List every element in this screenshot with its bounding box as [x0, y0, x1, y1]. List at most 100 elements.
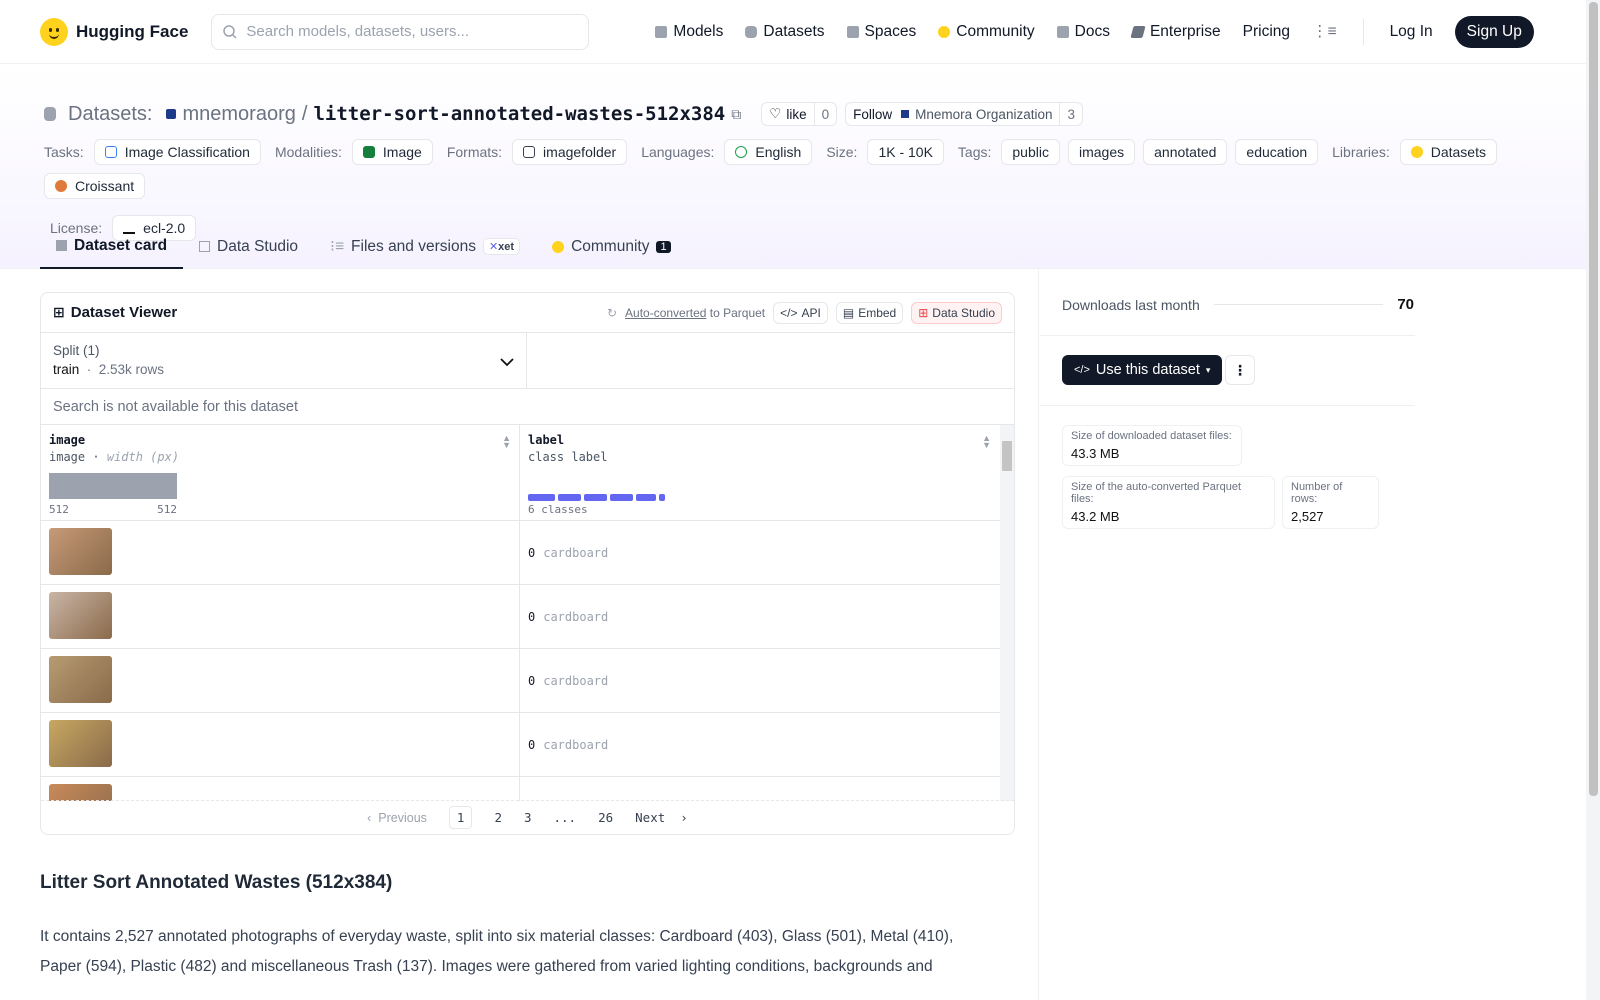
class-histogram — [528, 494, 665, 501]
follow-button[interactable]: Follow Mnemora Organization 3 — [845, 102, 1083, 126]
table-icon — [199, 241, 211, 252]
top-navbar: Hugging Face Models Datasets Spaces Comm… — [0, 0, 1586, 64]
table-icon: ⊞ — [918, 305, 929, 320]
cube-icon — [655, 25, 668, 38]
hugging-face-logo-icon — [40, 17, 68, 46]
page-2[interactable]: 2 — [494, 810, 502, 825]
brand-logo[interactable]: Hugging Face — [40, 17, 189, 46]
path-separator: / — [301, 102, 308, 125]
table-row[interactable]: 0 cardboard — [41, 585, 1014, 649]
tag-image-classification[interactable]: Image Classification — [93, 139, 261, 165]
pagination: ‹ Previous 1 2 3 ... 26 Next › — [41, 800, 1014, 834]
dataset-header: Datasets: mnemoraorg / litter-sort-annot… — [0, 64, 1586, 269]
more-options-icon[interactable]: ⋮ — [1225, 355, 1255, 385]
sort-icon[interactable]: ▲ ▼ — [502, 434, 511, 450]
cube-icon — [56, 240, 67, 251]
tag-size[interactable]: 1K - 10K — [867, 139, 944, 165]
brand-name: Hugging Face — [76, 21, 189, 41]
image-thumbnail[interactable] — [49, 784, 112, 801]
viewer-title: ⊞ Dataset Viewer — [53, 304, 178, 321]
dataset-viewer: ⊞ Dataset Viewer ↻ Auto-converted to Parq… — [40, 292, 1015, 835]
tag-images[interactable]: images — [1067, 139, 1136, 165]
like-button[interactable]: ♡ like 0 — [761, 102, 838, 126]
more-menu-icon[interactable]: ⋮≡ — [1312, 22, 1337, 41]
viewer-rows: 0 cardboard 0 cardboard 0 cardboard 0 cardbo… — [41, 521, 1014, 801]
tab-data-studio[interactable]: Data Studio — [183, 224, 314, 269]
column-header-image[interactable]: image image · width (px) 512 512 ▲ ▼ — [41, 425, 520, 520]
copy-icon[interactable]: ⧉ — [731, 106, 741, 123]
tab-community[interactable]: Community 1 — [536, 224, 687, 269]
tag-library-datasets[interactable]: Datasets — [1399, 139, 1497, 165]
like-count: 0 — [813, 103, 837, 125]
use-dataset-button[interactable]: </> Use this dataset ▾ — [1062, 355, 1223, 385]
tab-dataset-card[interactable]: Dataset card — [40, 224, 184, 269]
api-button[interactable]: </> API — [773, 301, 828, 324]
search-icon — [223, 24, 237, 39]
embed-icon: ▤ — [842, 305, 855, 320]
enterprise-icon — [1130, 25, 1146, 38]
table-row[interactable] — [41, 777, 1014, 801]
signup-button[interactable]: Sign Up — [1454, 15, 1534, 48]
autoconverted-link[interactable]: Auto-converted to Parquet — [625, 306, 765, 320]
next-page[interactable]: Next › — [635, 810, 688, 825]
search-input[interactable] — [246, 23, 567, 40]
previous-page[interactable]: ‹ Previous — [367, 811, 427, 825]
tag-image[interactable]: Image — [351, 139, 433, 165]
page-26[interactable]: 26 — [598, 810, 613, 825]
folder-icon — [523, 146, 536, 158]
table-row[interactable]: 0 cardboard — [41, 649, 1014, 713]
tag-library-croissant[interactable]: Croissant — [44, 173, 146, 199]
grid-icon — [846, 25, 859, 38]
image-thumbnail[interactable] — [49, 528, 112, 575]
database-icon — [745, 25, 758, 38]
refresh-icon: ↻ — [606, 305, 618, 320]
book-icon — [1056, 25, 1069, 38]
table-row[interactable]: 0 cardboard — [41, 521, 1014, 585]
data-studio-button[interactable]: ⊞ Data Studio — [911, 301, 1002, 324]
nav-models[interactable]: Models — [655, 23, 723, 41]
nav-divider — [1362, 18, 1364, 45]
follower-count: 3 — [1059, 103, 1082, 125]
embed-button[interactable]: ▤ Embed — [835, 301, 904, 324]
split-selector[interactable]: Split (1) train · 2.53k rows — [41, 333, 527, 388]
nav-pricing[interactable]: Pricing — [1243, 23, 1290, 41]
tag-english[interactable]: English — [724, 139, 813, 165]
viewer-search-notice: Search is not available for this dataset — [41, 389, 1014, 425]
column-header-label[interactable]: label class label 6 classes ▲ ▼ — [520, 425, 999, 520]
code-icon: </> — [1074, 364, 1090, 376]
stat-row-count: Number of rows: 2,527 — [1282, 476, 1379, 529]
table-row[interactable]: 0 cardboard — [41, 713, 1014, 777]
nav-datasets[interactable]: Datasets — [745, 23, 825, 41]
page-1[interactable]: 1 — [448, 806, 473, 829]
database-icon — [44, 107, 56, 121]
image-thumbnail[interactable] — [49, 656, 112, 703]
croissant-icon — [55, 180, 67, 192]
viewer-scrollbar[interactable] — [1000, 425, 1014, 801]
nav-community[interactable]: Community — [938, 23, 1035, 41]
image-thumbnail[interactable] — [49, 592, 112, 639]
login-link[interactable]: Log In — [1390, 23, 1433, 41]
owner-link[interactable]: mnemoraorg — [182, 103, 295, 126]
tag-public[interactable]: public — [1001, 139, 1060, 165]
dataset-title-row: Datasets: mnemoraorg / litter-sort-annot… — [44, 102, 1083, 126]
stat-parquet-size: Size of the auto-converted Parquet files… — [1062, 476, 1275, 529]
tag-imagefolder[interactable]: imagefolder — [512, 139, 628, 165]
tag-annotated[interactable]: annotated — [1143, 139, 1228, 165]
nav-docs[interactable]: Docs — [1056, 23, 1110, 41]
nav-enterprise[interactable]: Enterprise — [1130, 23, 1221, 41]
divider — [1040, 335, 1415, 336]
page-3[interactable]: 3 — [524, 810, 532, 825]
hugging-face-icon — [552, 240, 565, 253]
downloads-stat: Downloads last month 70 — [1062, 296, 1414, 313]
image-classification-icon — [104, 146, 117, 158]
page-scrollbar[interactable] — [1586, 0, 1600, 1000]
repo-tabs: Dataset card Data Studio ⁝≡ Files and ver… — [40, 224, 687, 269]
repo-name[interactable]: litter-sort-annotated-wastes-512x384 — [313, 103, 725, 125]
nav-spaces[interactable]: Spaces — [846, 23, 916, 41]
image-thumbnail[interactable] — [49, 720, 112, 767]
width-histogram — [49, 473, 177, 499]
tab-files[interactable]: ⁝≡ Files and versions ✕xet — [314, 224, 536, 269]
global-search[interactable] — [211, 13, 590, 50]
sort-icon[interactable]: ▲ ▼ — [982, 434, 991, 450]
tag-education[interactable]: education — [1235, 139, 1319, 165]
